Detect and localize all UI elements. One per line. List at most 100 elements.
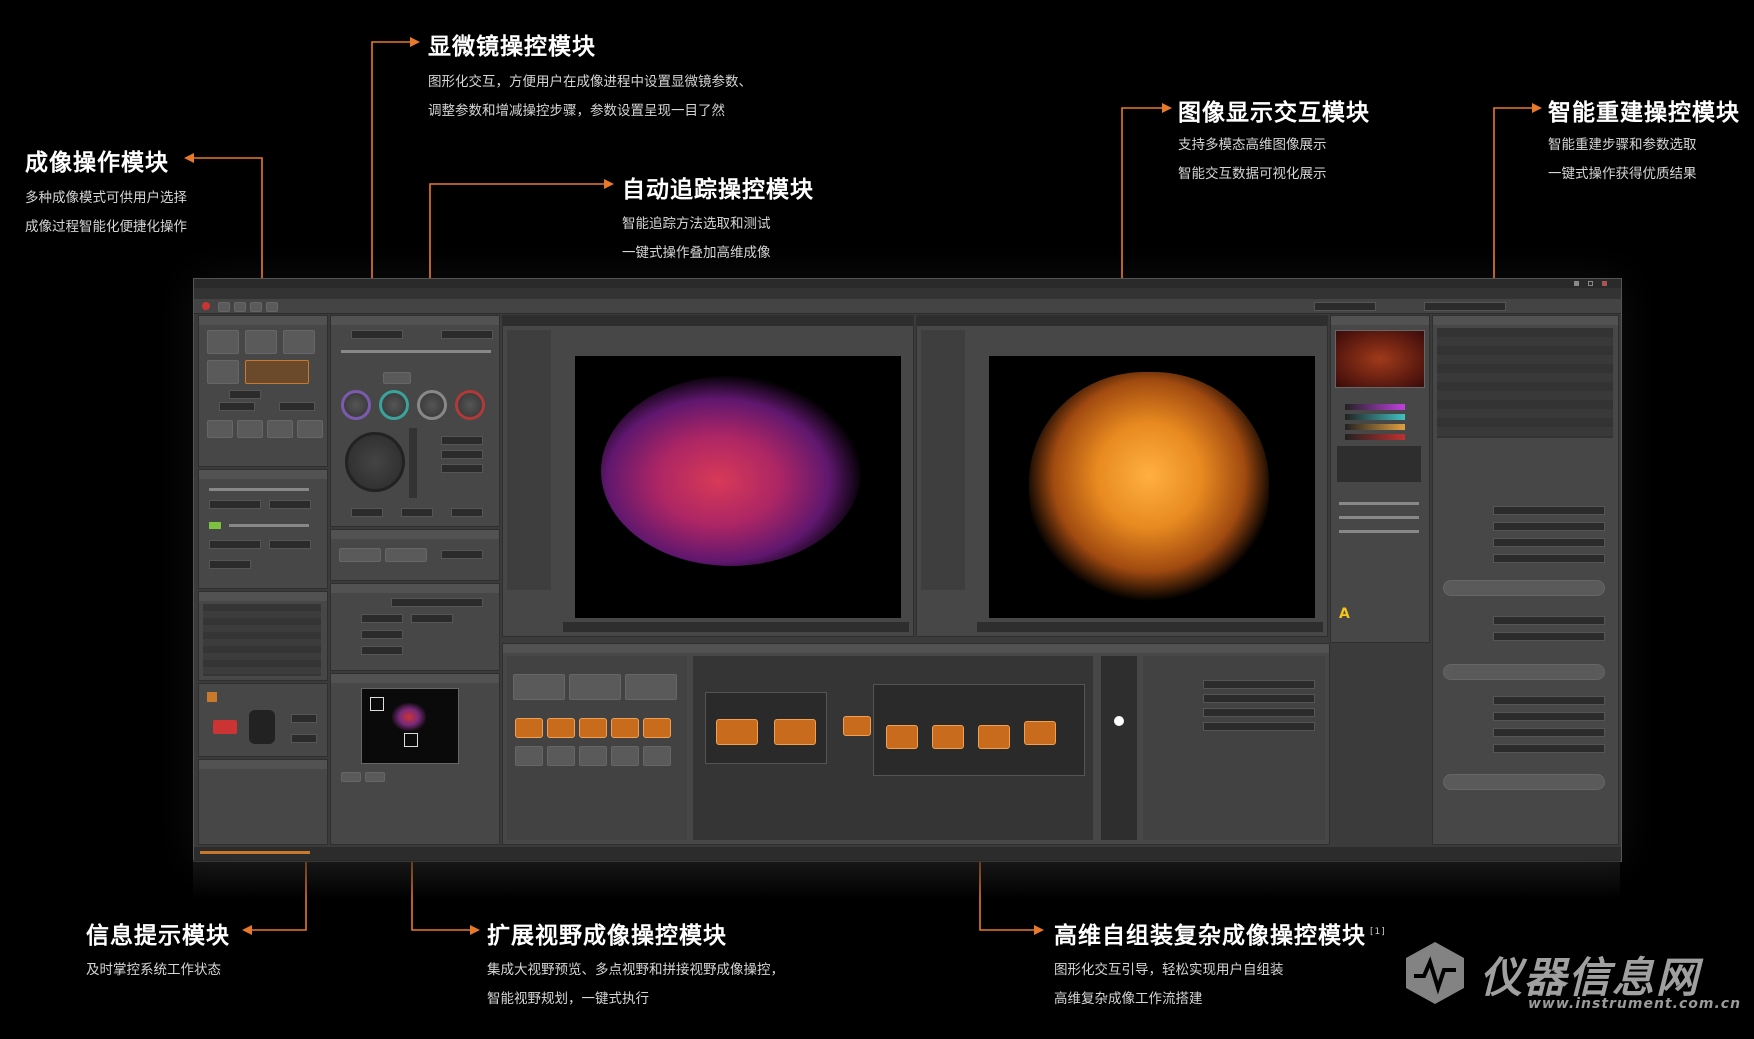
channel-field[interactable] bbox=[209, 500, 261, 509]
reconstruction-field[interactable] bbox=[1493, 632, 1605, 641]
palette-node[interactable] bbox=[515, 718, 543, 738]
record-icon[interactable] bbox=[202, 302, 210, 310]
workflow-node[interactable] bbox=[716, 719, 758, 745]
palette-template[interactable] bbox=[625, 674, 677, 700]
channel-field[interactable] bbox=[209, 540, 261, 549]
imaging-action-button[interactable] bbox=[267, 420, 293, 438]
toolbar-button[interactable] bbox=[218, 302, 230, 312]
toolbar-dropdown[interactable] bbox=[1424, 302, 1506, 311]
stage-field[interactable] bbox=[441, 450, 483, 459]
imaging-param-field[interactable] bbox=[229, 390, 261, 399]
minimize-icon[interactable] bbox=[1574, 281, 1579, 286]
palette-node[interactable] bbox=[579, 718, 607, 738]
toolbar-button[interactable] bbox=[250, 302, 262, 312]
channel-slider[interactable] bbox=[229, 524, 309, 527]
close-icon[interactable] bbox=[1602, 281, 1607, 286]
workflow-property-field[interactable] bbox=[1203, 694, 1315, 703]
reconstruction-field[interactable] bbox=[1493, 728, 1605, 737]
workflow-node[interactable] bbox=[1024, 721, 1056, 745]
stage-joystick[interactable] bbox=[345, 432, 405, 492]
workflow-property-field[interactable] bbox=[1203, 680, 1315, 689]
palette-template[interactable] bbox=[569, 674, 621, 700]
microscope-dropdown[interactable] bbox=[351, 330, 403, 339]
sample-image-right[interactable] bbox=[989, 356, 1315, 618]
objective-knob[interactable] bbox=[341, 390, 371, 420]
window-controls[interactable] bbox=[1574, 281, 1614, 286]
channel-field[interactable] bbox=[269, 500, 311, 509]
overview-button[interactable] bbox=[365, 772, 385, 782]
workflow-node[interactable] bbox=[978, 725, 1010, 749]
viewer-playback-bar[interactable] bbox=[563, 622, 909, 632]
reconstruction-field[interactable] bbox=[1493, 522, 1605, 531]
workflow-node[interactable] bbox=[843, 716, 871, 736]
workflow-property-field[interactable] bbox=[1203, 708, 1315, 717]
reconstruction-field[interactable] bbox=[1493, 506, 1605, 515]
workflow-run-area[interactable] bbox=[1101, 656, 1137, 840]
auto-focus-button[interactable] bbox=[385, 548, 427, 562]
channel-slider[interactable] bbox=[209, 488, 309, 491]
tracking-field[interactable] bbox=[361, 630, 403, 639]
zoom-knob[interactable] bbox=[417, 390, 447, 420]
palette-template[interactable] bbox=[513, 674, 565, 700]
palette-node[interactable] bbox=[643, 746, 671, 766]
viewer-tool-strip[interactable] bbox=[921, 330, 965, 590]
microscope-slider[interactable] bbox=[341, 350, 491, 353]
maximize-icon[interactable] bbox=[1588, 281, 1593, 286]
export-reconstruction-button[interactable] bbox=[1443, 774, 1605, 790]
microscope-dropdown[interactable] bbox=[441, 330, 493, 339]
imaging-mode-button[interactable] bbox=[207, 360, 239, 384]
run-reconstruction-button[interactable] bbox=[1443, 580, 1605, 596]
imaging-param-field[interactable] bbox=[219, 402, 255, 411]
sample-image-left[interactable] bbox=[575, 356, 901, 618]
toolbar-button[interactable] bbox=[266, 302, 278, 312]
toolbar-button[interactable] bbox=[234, 302, 246, 312]
histogram[interactable] bbox=[1337, 446, 1421, 482]
reconstruction-field[interactable] bbox=[1493, 554, 1605, 563]
channel-field[interactable] bbox=[209, 560, 251, 569]
workflow-node[interactable] bbox=[886, 725, 918, 749]
tracking-method-dropdown[interactable] bbox=[391, 598, 483, 607]
channel-lut-bar[interactable] bbox=[1345, 404, 1405, 410]
imaging-mode-button[interactable] bbox=[245, 330, 277, 354]
fov-tile[interactable] bbox=[370, 697, 384, 711]
stage-field[interactable] bbox=[441, 436, 483, 445]
reconstruction-field[interactable] bbox=[1493, 744, 1605, 753]
laser-field[interactable] bbox=[291, 734, 317, 743]
palette-node[interactable] bbox=[547, 746, 575, 766]
tracking-field[interactable] bbox=[361, 614, 403, 623]
navigator-thumbnail[interactable] bbox=[1335, 330, 1425, 388]
palette-node[interactable] bbox=[611, 718, 639, 738]
auto-focus-button[interactable] bbox=[339, 548, 381, 562]
overview-map[interactable] bbox=[361, 688, 459, 764]
channel-lut-bar[interactable] bbox=[1345, 434, 1405, 440]
palette-node[interactable] bbox=[515, 746, 543, 766]
auto-focus-field[interactable] bbox=[441, 550, 483, 559]
workflow-property-field[interactable] bbox=[1203, 722, 1315, 731]
stage-field[interactable] bbox=[451, 508, 483, 517]
palette-node[interactable] bbox=[643, 718, 671, 738]
imaging-mode-button-active[interactable] bbox=[245, 360, 309, 384]
imaging-action-button[interactable] bbox=[207, 420, 233, 438]
palette-node[interactable] bbox=[547, 718, 575, 738]
image-browser-tree[interactable] bbox=[1437, 328, 1613, 438]
workflow-group[interactable] bbox=[705, 692, 827, 764]
imaging-action-button[interactable] bbox=[297, 420, 323, 438]
power-knob[interactable] bbox=[455, 390, 485, 420]
channel-lut-bar[interactable] bbox=[1345, 424, 1405, 430]
stage-field[interactable] bbox=[401, 508, 433, 517]
focus-knob[interactable] bbox=[379, 390, 409, 420]
imaging-action-button[interactable] bbox=[237, 420, 263, 438]
palette-node[interactable] bbox=[611, 746, 639, 766]
overview-button[interactable] bbox=[341, 772, 361, 782]
reconstruction-field[interactable] bbox=[1493, 712, 1605, 721]
workflow-group[interactable] bbox=[873, 684, 1085, 776]
display-slider[interactable] bbox=[1339, 502, 1419, 505]
stage-field[interactable] bbox=[441, 464, 483, 473]
reconstruction-field[interactable] bbox=[1493, 696, 1605, 705]
reconstruction-field[interactable] bbox=[1493, 538, 1605, 547]
channel-lut-bar[interactable] bbox=[1345, 414, 1405, 420]
workflow-node[interactable] bbox=[932, 725, 964, 749]
fov-tile[interactable] bbox=[404, 733, 418, 747]
laser-field[interactable] bbox=[291, 714, 317, 723]
imaging-param-field[interactable] bbox=[279, 402, 315, 411]
